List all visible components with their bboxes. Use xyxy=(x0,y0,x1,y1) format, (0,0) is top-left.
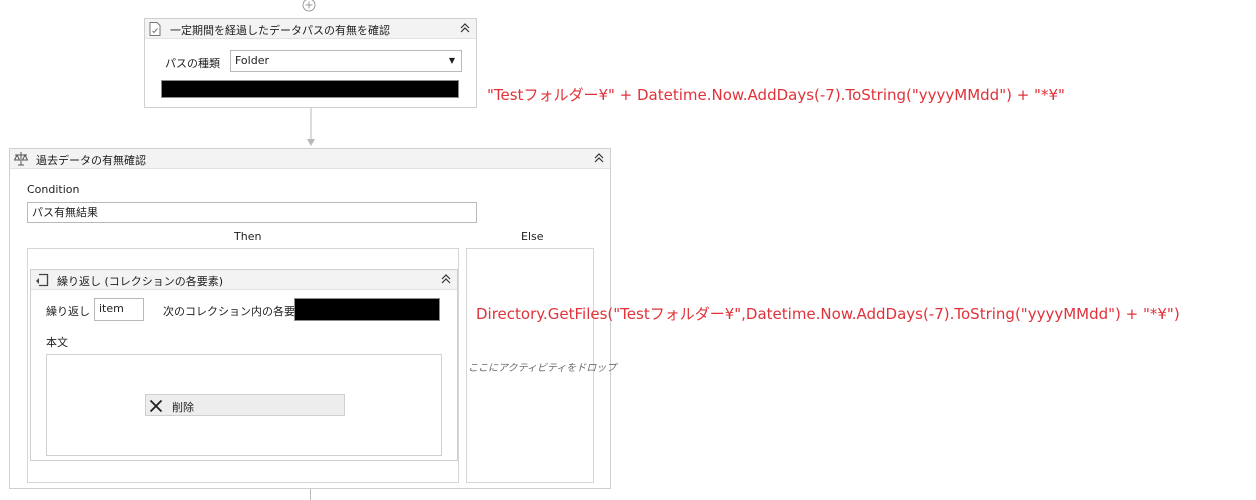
activity-header[interactable]: 一定期間を経過したデータパスの有無を確認 xyxy=(145,19,476,39)
file-check-icon xyxy=(149,22,161,36)
activity-header[interactable]: 繰り返し (コレクションの各要素) xyxy=(31,270,457,290)
activity-title: 過去データの有無確認 xyxy=(36,154,146,167)
collapse-icon[interactable] xyxy=(439,273,453,287)
dropdown-arrow-icon: ▼ xyxy=(448,56,455,65)
item-input[interactable]: item xyxy=(94,298,144,321)
files-expression-annotation: Directory.GetFiles("Testフォルダー¥",Datetime… xyxy=(476,305,1180,323)
connector-arrow xyxy=(305,108,317,148)
condition-label: Condition xyxy=(27,183,80,196)
path-exists-activity[interactable]: 一定期間を経過したデータパスの有無を確認 パスの種類 Folder ▼ xyxy=(144,18,477,108)
then-label: Then xyxy=(234,230,262,243)
add-activity-icon[interactable] xyxy=(302,0,316,12)
activity-title: 繰り返し (コレクションの各要素) xyxy=(57,275,224,288)
activity-title: 一定期間を経過したデータパスの有無を確認 xyxy=(170,24,390,37)
drop-placeholder: ここにアクティビティをドロップ xyxy=(468,363,617,374)
else-label: Else xyxy=(521,230,544,243)
delete-label: 削除 xyxy=(172,401,194,414)
activity-header[interactable]: 過去データの有無確認 xyxy=(10,149,610,169)
body-container[interactable]: 削除 xyxy=(46,354,442,456)
path-expression-annotation: "Testフォルダー¥" + Datetime.Now.AddDays(-7).… xyxy=(487,86,1065,104)
path-type-value: Folder xyxy=(235,54,269,67)
collapse-icon[interactable] xyxy=(458,22,472,36)
then-branch[interactable]: 繰り返し (コレクションの各要素) 繰り返し item 次のコレクション内の各要… xyxy=(27,248,459,483)
collection-input[interactable] xyxy=(294,298,440,321)
loop-icon xyxy=(35,273,49,287)
path-input[interactable] xyxy=(161,80,459,98)
repeat-label: 繰り返し xyxy=(46,305,90,318)
path-type-label: パスの種類 xyxy=(165,57,220,70)
body-label: 本文 xyxy=(46,336,68,349)
connector-line xyxy=(310,489,311,500)
condition-input[interactable]: パス有無結果 xyxy=(27,202,477,223)
else-branch[interactable]: ここにアクティビティをドロップ xyxy=(466,248,616,483)
collapse-icon[interactable] xyxy=(592,152,606,166)
collection-label: 次のコレクション内の各要素: xyxy=(163,305,310,318)
scale-icon xyxy=(13,151,29,166)
delete-icon xyxy=(149,399,163,413)
delete-activity[interactable]: 削除 xyxy=(145,394,345,416)
path-type-dropdown[interactable]: Folder ▼ xyxy=(230,50,462,72)
foreach-activity[interactable]: 繰り返し (コレクションの各要素) 繰り返し item 次のコレクション内の各要… xyxy=(30,269,458,461)
